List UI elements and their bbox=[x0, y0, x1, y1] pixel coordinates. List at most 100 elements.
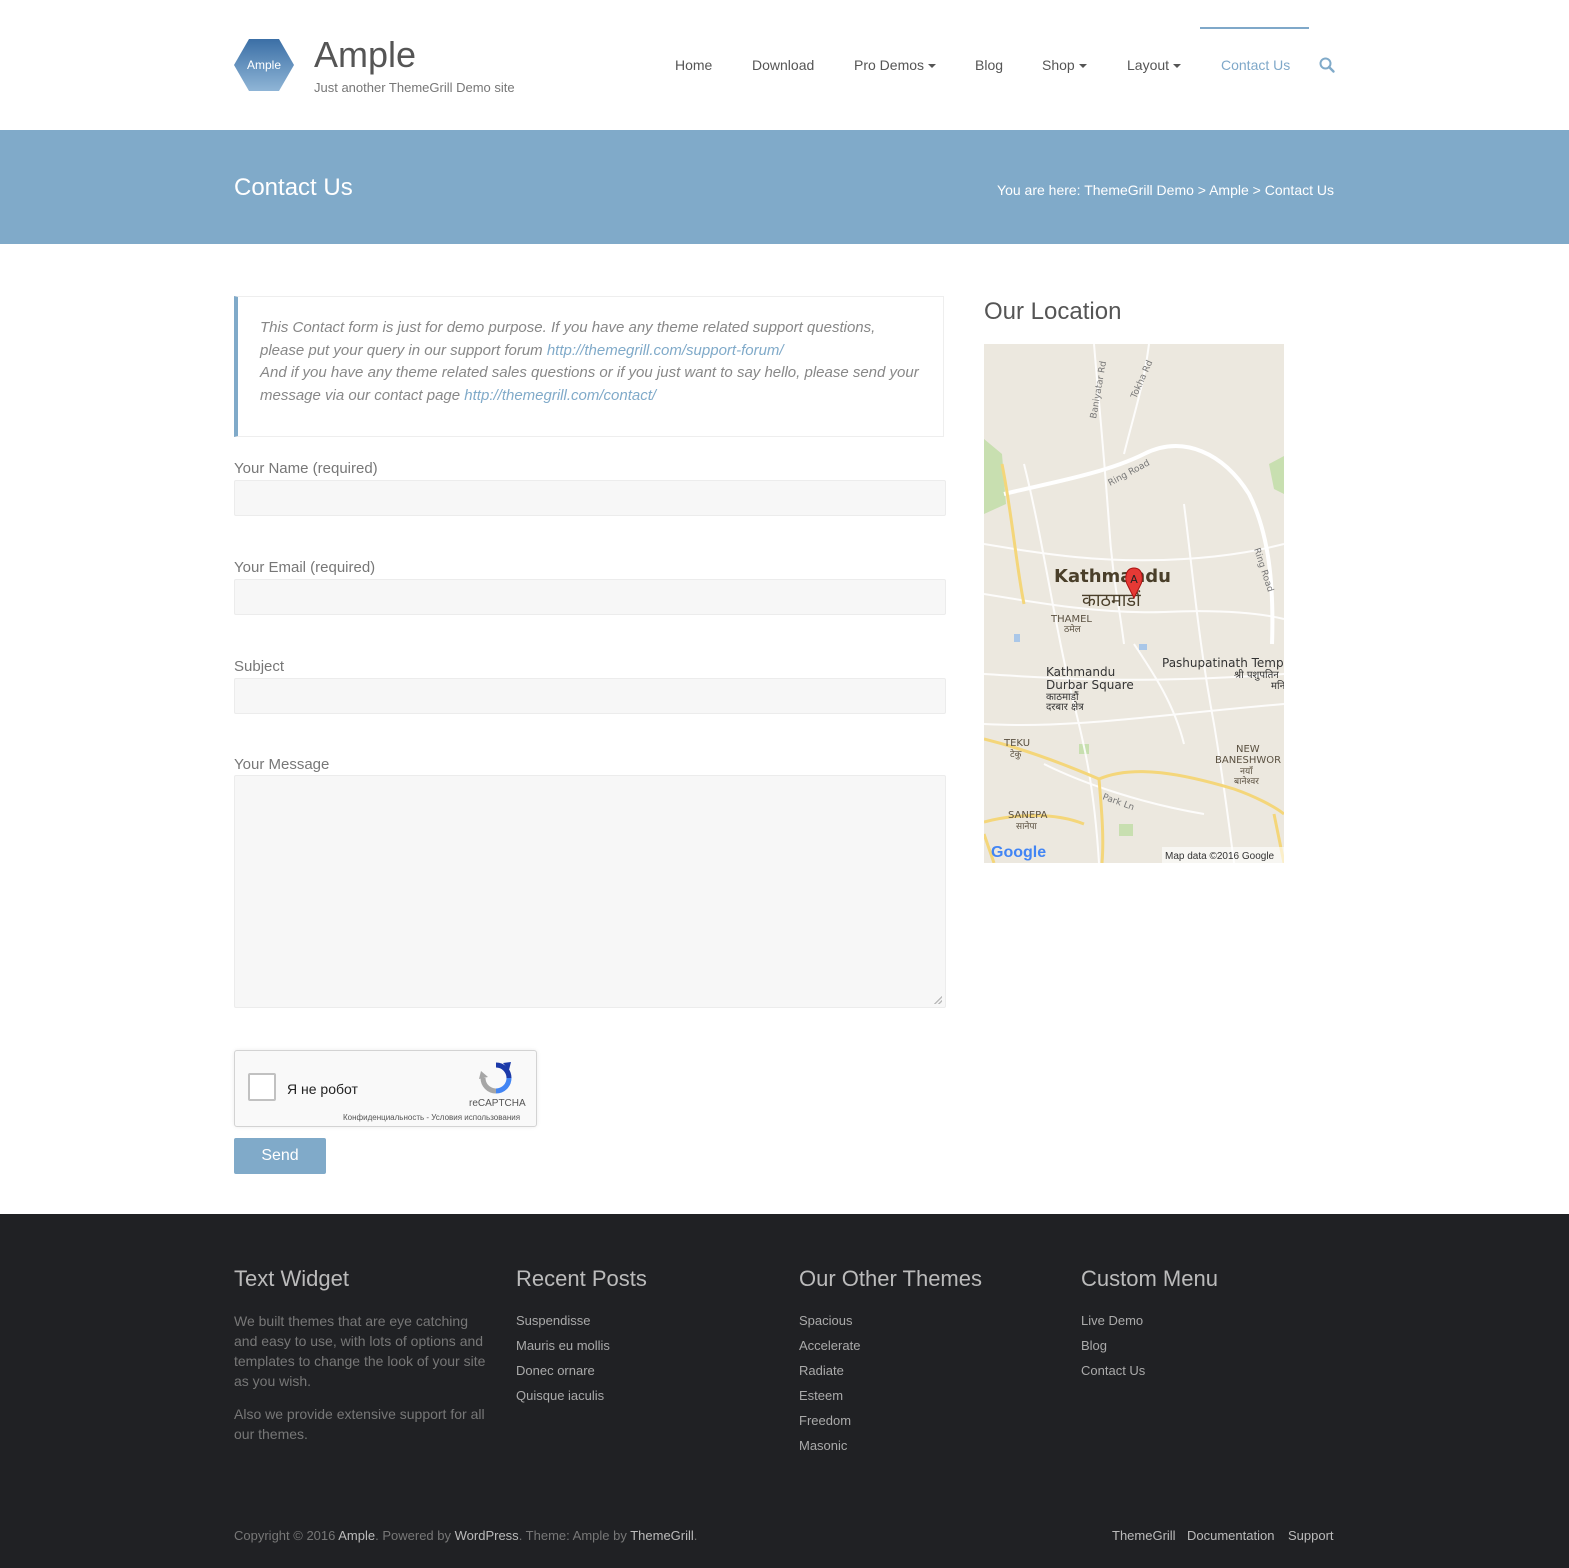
support-forum-link[interactable]: http://themegrill.com/support-forum/ bbox=[547, 342, 784, 359]
map-label-thamel-ne: ठमेल bbox=[1064, 623, 1082, 635]
map-label-pashupati-ne: श्री पशुपतिन bbox=[1234, 669, 1279, 681]
copyright-ample-link[interactable]: Ample bbox=[338, 1528, 375, 1543]
custom-menu-link[interactable]: Live Demo bbox=[1081, 1313, 1143, 1328]
copyright: Copyright © 2016 Ample. Powered by WordP… bbox=[234, 1528, 697, 1543]
subject-input[interactable] bbox=[234, 678, 946, 714]
chevron-down-icon bbox=[928, 64, 937, 69]
theme-link[interactable]: Esteem bbox=[799, 1388, 843, 1403]
map-label-durbar-2: Durbar Square bbox=[1046, 678, 1134, 692]
nav-blog[interactable]: Blog bbox=[975, 57, 1003, 73]
recaptcha-terms[interactable]: Конфиденциальность - Условия использован… bbox=[343, 1113, 520, 1122]
footer-text-widget-p2: Also we provide extensive support for al… bbox=[234, 1406, 485, 1442]
nav-download[interactable]: Download bbox=[752, 57, 814, 73]
contact-page-link[interactable]: http://themegrill.com/contact/ bbox=[464, 387, 656, 404]
copyright-wordpress-link[interactable]: WordPress bbox=[455, 1528, 519, 1543]
search-icon[interactable] bbox=[1318, 56, 1336, 74]
map-label-baneshwor-ne-1: नयाँ bbox=[1240, 765, 1254, 777]
recaptcha-logo-icon bbox=[479, 1062, 512, 1094]
map-label-thamel: THAMEL bbox=[1050, 614, 1092, 625]
chevron-down-icon bbox=[1173, 64, 1182, 69]
send-button[interactable]: Send bbox=[234, 1138, 326, 1174]
breadcrumb: You are here: ThemeGrill Demo > Ample > … bbox=[997, 182, 1334, 198]
theme-link[interactable]: Freedom bbox=[799, 1413, 851, 1428]
site-footer: Text Widget We built themes that are eye… bbox=[0, 1214, 1569, 1568]
breadcrumb-themegrill-demo[interactable]: ThemeGrill Demo bbox=[1084, 182, 1194, 198]
map-label-teku-ne: टेकु bbox=[1010, 748, 1023, 760]
email-input[interactable] bbox=[234, 579, 946, 615]
contact-notice: This Contact form is just for demo purpo… bbox=[234, 296, 944, 437]
copyright-text: . Theme: Ample by bbox=[518, 1528, 631, 1543]
page-title: Contact Us bbox=[234, 174, 353, 201]
map-label-sanepa-ne: सानेपा bbox=[1016, 820, 1038, 832]
message-textarea[interactable] bbox=[234, 775, 946, 1008]
footer-text-widget-title: Text Widget bbox=[234, 1266, 349, 1291]
copyright-themegrill-link[interactable]: ThemeGrill bbox=[630, 1528, 694, 1543]
nav-shop[interactable]: Shop bbox=[1042, 57, 1087, 73]
recaptcha-widget: Я не робот reCAPTCHA Конфиденциальность … bbox=[234, 1050, 537, 1127]
recent-post-link[interactable]: Quisque iaculis bbox=[516, 1388, 604, 1403]
nav-pro-demos[interactable]: Pro Demos bbox=[854, 57, 937, 73]
site-title[interactable]: Ample bbox=[314, 34, 416, 76]
footer-bottom-link-documentation[interactable]: Documentation bbox=[1187, 1528, 1274, 1543]
sidebar-title: Our Location bbox=[984, 298, 1122, 325]
email-label: Your Email (required) bbox=[234, 559, 376, 576]
active-nav-indicator bbox=[1200, 27, 1309, 29]
google-logo[interactable]: Google bbox=[991, 844, 1046, 861]
breadcrumb-ample[interactable]: Ample bbox=[1209, 182, 1249, 198]
recent-post-link[interactable]: Suspendisse bbox=[516, 1313, 590, 1328]
map-label-sanepa: SANEPA bbox=[1008, 810, 1048, 821]
footer-text-widget-p1: We built themes that are eye catching an… bbox=[234, 1313, 486, 1389]
custom-menu-link[interactable]: Blog bbox=[1081, 1338, 1107, 1353]
subject-label: Subject bbox=[234, 658, 285, 675]
footer-other-themes-title: Our Other Themes bbox=[799, 1266, 982, 1291]
map-canvas: Kathmandu काठमाडौं THAMEL ठमेल Kathmandu… bbox=[984, 344, 1284, 863]
map-label-durbar-ne-2: दरबार क्षेत्र bbox=[1046, 701, 1084, 713]
recaptcha-checkbox[interactable] bbox=[248, 1073, 276, 1101]
page-title-banner: Contact Us You are here: ThemeGrill Demo… bbox=[0, 130, 1569, 244]
map-label-new: NEW bbox=[1236, 744, 1260, 755]
map-label-teku: TEKU bbox=[1003, 738, 1030, 749]
custom-menu-link[interactable]: Contact Us bbox=[1081, 1363, 1145, 1378]
recent-post-link[interactable]: Donec ornare bbox=[516, 1363, 595, 1378]
name-label: Your Name (required) bbox=[234, 460, 378, 477]
breadcrumb-separator: > bbox=[1248, 182, 1265, 198]
copyright-text: . bbox=[693, 1528, 698, 1543]
theme-link[interactable]: Accelerate bbox=[799, 1338, 860, 1353]
map-label-baneshwor-ne-2: बानेश्वर bbox=[1234, 775, 1259, 787]
footer-bottom-link-themegrill[interactable]: ThemeGrill bbox=[1112, 1528, 1176, 1543]
message-label: Your Message bbox=[234, 756, 330, 773]
nav-contact-us[interactable]: Contact Us bbox=[1221, 57, 1290, 73]
copyright-text: Copyright © 2016 bbox=[234, 1528, 339, 1543]
recaptcha-brand: reCAPTCHA bbox=[469, 1098, 526, 1109]
nav-pro-demos-label: Pro Demos bbox=[854, 57, 925, 73]
breadcrumb-current: Contact Us bbox=[1264, 182, 1334, 198]
theme-link[interactable]: Masonic bbox=[799, 1438, 847, 1453]
name-input[interactable] bbox=[234, 480, 946, 516]
site-description: Just another ThemeGrill Demo site bbox=[314, 80, 515, 95]
map-marker-label: A bbox=[1130, 573, 1138, 586]
map-label-pashupati: Pashupatinath Temp bbox=[1162, 656, 1284, 670]
site-header: Ample Ample Just another ThemeGrill Demo… bbox=[0, 0, 1569, 130]
theme-link[interactable]: Spacious bbox=[799, 1313, 852, 1328]
logo-hexagon-icon[interactable]: Ample bbox=[234, 38, 294, 92]
map-city-label: Kathmandu bbox=[1054, 566, 1171, 587]
copyright-text: . Powered by bbox=[375, 1528, 455, 1543]
theme-link[interactable]: Radiate bbox=[799, 1363, 844, 1378]
logo-text: Ample bbox=[247, 58, 281, 72]
map-attribution[interactable]: Map data ©2016 Google bbox=[1165, 851, 1275, 862]
map-label-baneshwor: BANESHWOR bbox=[1215, 755, 1281, 766]
nav-layout-label: Layout bbox=[1127, 57, 1170, 73]
footer-custom-menu-title: Custom Menu bbox=[1081, 1266, 1218, 1291]
nav-layout[interactable]: Layout bbox=[1127, 57, 1182, 73]
breadcrumb-prefix: You are here: bbox=[997, 182, 1085, 198]
recent-post-link[interactable]: Mauris eu mollis bbox=[516, 1338, 610, 1353]
nav-home[interactable]: Home bbox=[675, 57, 712, 73]
footer-bottom-link-support[interactable]: Support bbox=[1288, 1528, 1334, 1543]
resize-handle-icon[interactable] bbox=[934, 996, 942, 1004]
breadcrumb-separator: > bbox=[1193, 182, 1210, 198]
map-label-pashupati-ne-2: मनि bbox=[1271, 680, 1284, 692]
chevron-down-icon bbox=[1078, 64, 1087, 69]
footer-recent-posts-title: Recent Posts bbox=[516, 1266, 647, 1291]
location-map[interactable]: Kathmandu काठमाडौं THAMEL ठमेल Kathmandu… bbox=[984, 344, 1284, 863]
recaptcha-label: Я не робот bbox=[287, 1081, 358, 1097]
